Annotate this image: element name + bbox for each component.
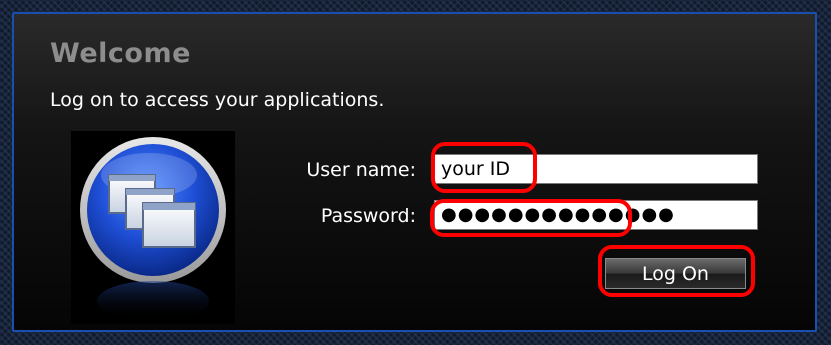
username-input[interactable]: your ID bbox=[434, 154, 758, 184]
application-windows-icon bbox=[71, 131, 235, 324]
dialog-title: Welcome bbox=[50, 38, 191, 69]
background: Welcome Log on to access your applicatio… bbox=[0, 0, 831, 345]
password-input[interactable]: ●●●●●●●●●●●●●● bbox=[434, 200, 758, 230]
dialog-subtitle: Log on to access your applications. bbox=[50, 89, 385, 111]
logo-graphic bbox=[80, 137, 226, 321]
logon-button[interactable]: Log On bbox=[605, 258, 746, 289]
logon-dialog: Welcome Log on to access your applicatio… bbox=[12, 12, 817, 332]
password-label: Password: bbox=[320, 205, 416, 227]
username-label: User name: bbox=[306, 159, 416, 181]
